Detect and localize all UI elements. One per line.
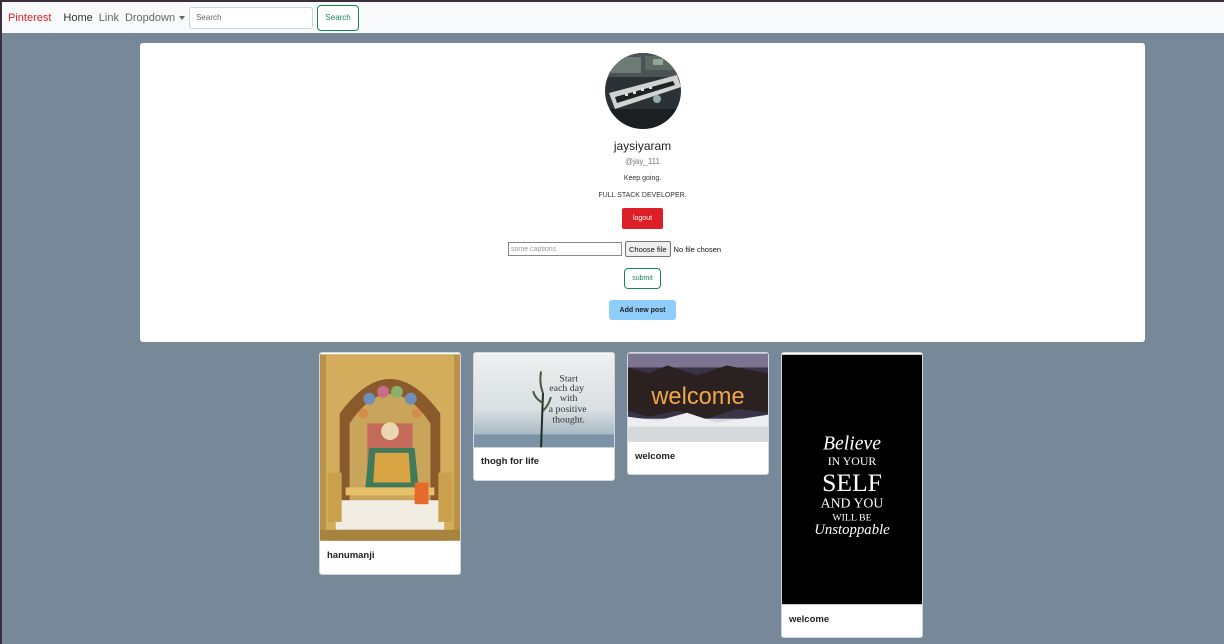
- profile-bio-line2: FULL STACK DEVELOPER.: [598, 192, 687, 199]
- profile-handle: @jay_111: [625, 157, 660, 166]
- post-image-text: Believe: [823, 432, 881, 454]
- post-image-text: IN YOUR: [828, 454, 877, 468]
- logout-button[interactable]: logout: [622, 208, 663, 229]
- post-image-text: Unstoppable: [814, 522, 890, 538]
- post-title: welcome: [635, 451, 676, 462]
- brand-link[interactable]: Pinterest: [8, 12, 51, 24]
- post-title: hanumanji: [327, 550, 375, 561]
- profile-card: jaysiyaram @jay_111 Keep going. FULL STA…: [140, 43, 1145, 342]
- post-image: welcome: [628, 353, 768, 442]
- search-button[interactable]: Search: [317, 4, 360, 31]
- post-image-text: welcome: [650, 384, 744, 410]
- search-input[interactable]: [189, 6, 314, 29]
- nav-dropdown[interactable]: Dropdown: [124, 11, 186, 24]
- post-image: Start each day with a positive thought.: [474, 353, 614, 448]
- chevron-down-icon: [179, 15, 186, 20]
- post-card[interactable]: Start each day with a positive thought. …: [473, 352, 615, 481]
- post-title: welcome: [789, 614, 830, 625]
- add-post-button[interactable]: Add new post: [609, 300, 676, 320]
- post-image-text: thought.: [552, 415, 585, 426]
- file-status: No file chosen: [673, 244, 722, 254]
- post-card[interactable]: Believe IN YOUR SELF AND YOU WILL BE Uns…: [781, 352, 923, 638]
- post-image-text: SELF: [822, 468, 882, 497]
- post-image: Believe IN YOUR SELF AND YOU WILL BE Uns…: [782, 354, 922, 605]
- avatar: [605, 53, 681, 129]
- profile-username: jaysiyaram: [613, 139, 672, 153]
- post-card[interactable]: hanumanji: [319, 352, 461, 575]
- post-card[interactable]: welcome welcome: [627, 352, 769, 475]
- nav-home[interactable]: Home: [63, 12, 92, 24]
- nav-link[interactable]: Link: [99, 12, 119, 24]
- post-image-text: a positive: [549, 404, 588, 415]
- submit-button[interactable]: submit: [624, 268, 661, 289]
- post-image-text: AND YOU: [821, 496, 884, 511]
- post-image: [320, 354, 460, 541]
- dropdown-label: Dropdown: [124, 11, 176, 24]
- profile-bio-line1: Keep going.: [623, 175, 662, 182]
- caption-input[interactable]: [508, 242, 622, 256]
- post-title: thogh for life: [481, 456, 540, 467]
- post-image-text: with: [560, 393, 578, 404]
- upload-form: Choose file No file chosen: [508, 241, 721, 257]
- navbar: Pinterest Home Link Dropdown Search: [2, 2, 1224, 33]
- choose-file-button[interactable]: Choose file: [625, 241, 671, 257]
